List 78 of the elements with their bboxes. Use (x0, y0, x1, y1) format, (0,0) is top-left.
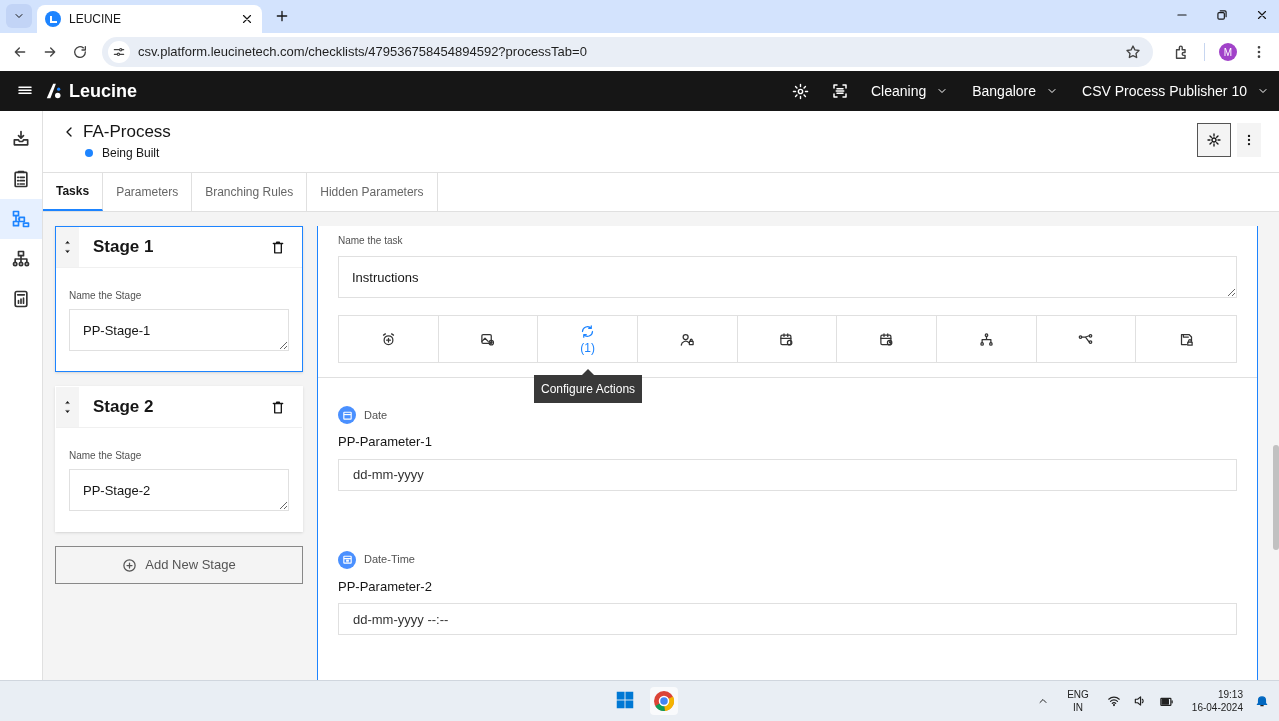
date-input-field[interactable]: dd-mm-yyyy (338, 458, 1237, 491)
chrome-icon[interactable] (650, 687, 678, 715)
plus-icon[interactable] (274, 8, 290, 24)
address-bar[interactable]: csv.platform.leucinetech.com/checklists/479536758454894592?processTab=0 (102, 37, 1153, 67)
plus-circle-icon (122, 557, 138, 573)
header-dropdown[interactable]: Cleaning (870, 80, 949, 102)
clock-date[interactable]: 16-04-2024 (1191, 701, 1243, 714)
volume-icon[interactable] (1132, 694, 1147, 708)
tab[interactable]: Branching Rules (192, 173, 308, 211)
alarm-plus-icon (380, 331, 396, 347)
header-dropdown[interactable]: CSV Process Publisher 10 (1082, 80, 1269, 102)
save-lock-icon (1178, 331, 1194, 347)
calendar-clock-icon (338, 550, 356, 569)
close-icon[interactable] (1255, 8, 1269, 22)
tab[interactable]: Parameters (103, 173, 193, 211)
tooltip: Configure Actions (534, 375, 643, 403)
clock-time[interactable]: 19:13 (1217, 688, 1243, 701)
scrollbar-thumb[interactable] (1273, 445, 1279, 550)
favicon-icon (45, 11, 61, 27)
move-down-icon[interactable] (64, 409, 71, 414)
stage-title: Stage 2 (93, 396, 155, 419)
notification-bell-icon[interactable] (1255, 694, 1269, 708)
tab-list-button[interactable] (6, 4, 32, 28)
region-indicator[interactable]: IN (1073, 701, 1083, 714)
add-stage-button[interactable]: Add New Stage (55, 546, 303, 584)
field-label: Name the Stage (69, 449, 143, 463)
parameter-name: PP-Parameter-1 (338, 433, 433, 451)
profile-avatar[interactable]: M (1219, 43, 1237, 61)
close-icon[interactable] (240, 12, 254, 26)
image-plus-icon (480, 331, 496, 347)
process-title: FA-Process (83, 121, 171, 143)
forward-icon[interactable] (42, 44, 58, 60)
field-label: Name the task (338, 234, 404, 248)
task-name-field[interactable]: Instructions (338, 256, 1237, 298)
inbox-icon (11, 129, 31, 149)
task-toolbar-button[interactable]: (1) (538, 316, 638, 362)
restore-icon[interactable] (1215, 8, 1229, 22)
stage-name-field[interactable]: PP-Stage-2 (69, 469, 289, 511)
browser-tab[interactable]: LEUCINE (37, 5, 262, 33)
flowchart-icon (11, 209, 31, 229)
move-down-icon[interactable] (64, 249, 71, 254)
url-text: csv.platform.leucinetech.com/checklists/479536758454894592?processTab=0 (138, 43, 588, 62)
branch-icon (1078, 331, 1094, 347)
back-icon[interactable] (12, 44, 28, 60)
header-dropdown[interactable]: Bangalore (972, 80, 1059, 102)
field-label: Name the Stage (69, 289, 143, 303)
settings-button[interactable] (1197, 123, 1231, 157)
move-up-icon[interactable] (64, 240, 71, 245)
calendar-refresh-icon (779, 331, 795, 347)
brand-name: Leucine (69, 79, 138, 103)
scan-icon[interactable] (830, 82, 849, 100)
stage-card[interactable]: Stage 1 Name the Stage PP-Stage-1 (55, 226, 303, 372)
hierarchy-icon (978, 331, 994, 347)
move-up-icon[interactable] (64, 400, 71, 405)
wifi-icon[interactable] (1106, 694, 1121, 708)
calendar-icon (338, 406, 356, 424)
settings-icon[interactable] (791, 82, 809, 100)
tab[interactable]: Hidden Parameters (307, 173, 438, 211)
refresh-icon (580, 323, 596, 339)
calendar-clock-icon (879, 331, 895, 347)
parameter-type: Date-Time (364, 552, 415, 568)
reload-icon[interactable] (72, 44, 88, 60)
hierarchy-icon (11, 249, 31, 269)
user-lock-icon (679, 331, 695, 347)
parameter-name: PP-Parameter-2 (338, 577, 433, 596)
stage-title: Stage 1 (93, 236, 155, 259)
date-input-field[interactable]: dd-mm-yyyy --:-- (338, 603, 1237, 635)
status-label: Being Built (102, 145, 160, 162)
clipboard-icon (11, 169, 31, 189)
settings-icon (1206, 132, 1222, 148)
site-settings-icon[interactable] (112, 45, 126, 59)
tab-title: LEUCINE (69, 11, 122, 28)
star-icon[interactable] (1125, 44, 1141, 60)
parameter-type: Date (364, 407, 388, 423)
stage-card[interactable]: Stage 2 Name the Stage PP-Stage-2 (55, 386, 303, 532)
report-icon (11, 289, 31, 309)
language-indicator[interactable]: ENG (1067, 688, 1089, 701)
stage-name-field[interactable]: PP-Stage-1 (69, 309, 289, 351)
